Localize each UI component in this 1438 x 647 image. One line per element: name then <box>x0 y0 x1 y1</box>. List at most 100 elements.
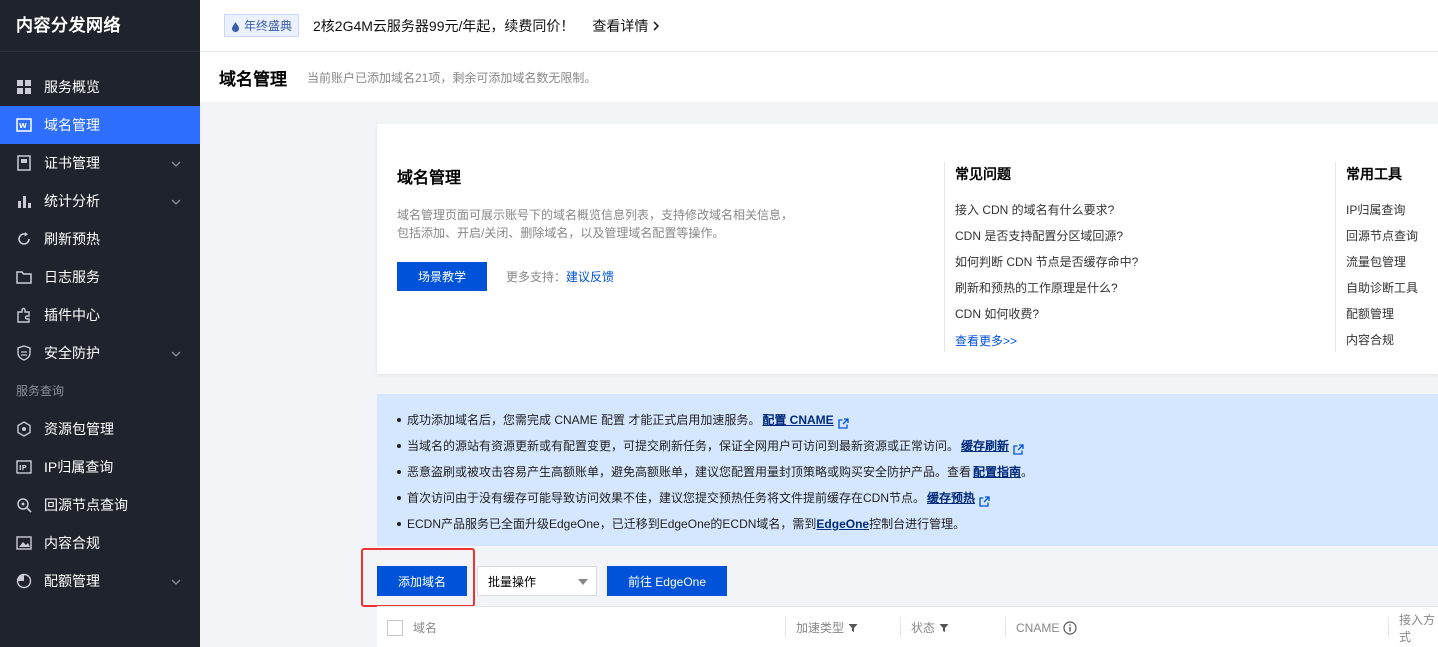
grid-icon <box>16 79 32 95</box>
shield-icon <box>16 345 32 361</box>
column-cname: CNAME <box>1006 607 1077 647</box>
sidebar-item-label: 刷新预热 <box>44 231 100 247</box>
folder-icon <box>16 269 32 285</box>
tool-link[interactable]: IP归属查询 <box>1346 202 1418 228</box>
faq-link[interactable]: CDN 是否支持配置分区域回源? <box>955 228 1138 254</box>
faq-title: 常见问题 <box>955 166 1011 182</box>
bullet <box>397 470 401 474</box>
promo-text: 2核2G4M云服务器99元/年起，续费同价！ <box>313 17 575 34</box>
tool-link[interactable]: 内容合规 <box>1346 332 1418 358</box>
more-support-label: 更多支持： <box>506 270 567 284</box>
feedback-link[interactable]: 建议反馈 <box>566 270 614 284</box>
notice-text: 当域名的源站有资源更新或有配置变更，可提交刷新任务，保证全网用户可访问到最新资源… <box>407 439 960 453</box>
sidebar-item-domain-management[interactable]: W 域名管理 <box>0 106 200 144</box>
faq-more-link[interactable]: 查看更多>> <box>955 332 1138 349</box>
external-link-icon <box>1013 441 1024 455</box>
select-all-checkbox[interactable] <box>387 619 403 636</box>
sidebar-item-refresh[interactable]: 刷新预热 <box>0 220 200 258</box>
edgeone-console-link[interactable]: EdgeOne <box>816 514 869 534</box>
notice-item: 恶意盗刷或被攻击容易产生高额账单，避免高额账单，建议您配置用量封顶策略或购买安全… <box>397 459 1438 485</box>
column-domain: 域名 <box>377 607 437 647</box>
sidebar-item-compliance[interactable]: 内容合规 <box>0 524 200 562</box>
batch-operation-select[interactable]: 批量操作 <box>477 566 597 596</box>
external-link-icon <box>979 493 990 507</box>
sidebar-item-logs[interactable]: 日志服务 <box>0 258 200 296</box>
bullet <box>397 418 401 422</box>
scenario-tutorial-button[interactable]: 场景教学 <box>397 262 487 291</box>
column-label: 状态 <box>911 621 936 635</box>
filter-icon[interactable] <box>939 623 949 633</box>
chevron-down-icon <box>170 575 182 587</box>
sidebar-item-quota[interactable]: 配额管理 <box>0 562 200 600</box>
page-subtitle: 当前账户已添加域名21项，剩余可添加域名数无限制。 <box>307 70 597 85</box>
bar-chart-icon <box>16 193 32 209</box>
sidebar: 内容分发网络 服务概览 W 域名管理 证书管理 统计分析 刷新预热 日志服务 插… <box>0 0 200 647</box>
sidebar-item-label: IP归属查询 <box>44 459 114 475</box>
sidebar-item-packages[interactable]: 资源包管理 <box>0 410 200 448</box>
bullet <box>397 496 401 500</box>
tool-link[interactable]: 配额管理 <box>1346 306 1418 332</box>
sidebar-item-overview[interactable]: 服务概览 <box>0 68 200 106</box>
tool-link[interactable]: 自助诊断工具 <box>1346 280 1418 306</box>
configure-cname-link[interactable]: 配置 CNAME <box>762 410 833 430</box>
svg-text:IP: IP <box>19 464 27 472</box>
product-title: 内容分发网络 <box>0 0 200 52</box>
tool-link[interactable]: 流量包管理 <box>1346 254 1418 280</box>
intro-desc-line: 域名管理页面可展示账号下的域名概览信息列表，支持修改域名相关信息， <box>397 208 794 222</box>
sidebar-item-security[interactable]: 安全防护 <box>0 334 200 372</box>
external-link-icon <box>838 415 849 429</box>
sidebar-item-ip-lookup[interactable]: IP IP归属查询 <box>0 448 200 486</box>
notice-item: 当域名的源站有资源更新或有配置变更，可提交刷新任务，保证全网用户可访问到最新资源… <box>397 433 1438 459</box>
sidebar-item-label: 证书管理 <box>44 155 100 171</box>
notice-text: 恶意盗刷或被攻击容易产生高额账单，避免高额账单，建议您配置用量封顶策略或购买安全… <box>407 465 972 479</box>
faq-link[interactable]: 如何判断 CDN 节点是否缓存命中? <box>955 254 1138 280</box>
notice-suffix: 控制台进行管理。 <box>869 517 966 531</box>
sidebar-item-label: 内容合规 <box>44 535 100 551</box>
faq-section: 常见问题 接入 CDN 的域名有什么要求? CDN 是否支持配置分区域回源? 如… <box>955 164 1138 349</box>
notice-text: 成功添加域名后，您需完成 CNAME 配置 才能正式启用加速服务。 <box>407 413 761 427</box>
column-label: CNAME <box>1016 620 1060 635</box>
notice-panel: 成功添加域名后，您需完成 CNAME 配置 才能正式启用加速服务。 配置 CNA… <box>377 394 1438 546</box>
intro-description: 域名管理页面可展示账号下的域名概览信息列表，支持修改域名相关信息， 包括添加、开… <box>397 206 817 242</box>
domain-table-header: 域名 加速类型 状态 CNAME 接入方式 <box>377 606 1438 647</box>
column-status[interactable]: 状态 <box>901 607 949 647</box>
notice-item: ECDN产品服务已全面升级EdgeOne，已迁移到EdgeOne的ECDN域名，… <box>397 511 1438 537</box>
tools-list: IP归属查询 回源节点查询 流量包管理 自助诊断工具 配额管理 内容合规 <box>1346 202 1418 358</box>
faq-link[interactable]: 刷新和预热的工作原理是什么? <box>955 280 1138 306</box>
cache-prefetch-link[interactable]: 缓存预热 <box>927 488 975 508</box>
svg-text:W: W <box>19 122 27 130</box>
column-acceleration-type[interactable]: 加速类型 <box>786 607 858 647</box>
notice-item: 成功添加域名后，您需完成 CNAME 配置 才能正式启用加速服务。 配置 CNA… <box>397 407 1438 433</box>
goto-edgeone-button[interactable]: 前往 EdgeOne <box>607 566 727 596</box>
flame-icon <box>231 21 240 32</box>
intro-title: 域名管理 <box>397 170 462 187</box>
faq-link[interactable]: 接入 CDN 的域名有什么要求? <box>955 202 1138 228</box>
add-domain-button[interactable]: 添加域名 <box>377 566 467 596</box>
bullet <box>397 444 401 448</box>
sidebar-item-label: 安全防护 <box>44 345 100 361</box>
ip-icon: IP <box>16 459 32 475</box>
sidebar-item-plugins[interactable]: 插件中心 <box>0 296 200 334</box>
tools-title: 常用工具 <box>1346 166 1402 182</box>
intro-desc-line: 包括添加、开启/关闭、删除域名，以及管理域名配置等操作。 <box>397 226 725 240</box>
notice-suffix: 。 <box>1021 465 1034 479</box>
sidebar-section-label: 服务查询 <box>16 384 65 398</box>
tool-link[interactable]: 回源节点查询 <box>1346 228 1418 254</box>
config-guide-link[interactable]: 配置指南 <box>973 462 1021 482</box>
sidebar-item-label: 资源包管理 <box>44 421 114 437</box>
promo-link-label: 查看详情 <box>592 17 649 34</box>
sidebar-item-label: 回源节点查询 <box>44 497 128 513</box>
sidebar-item-statistics[interactable]: 统计分析 <box>0 182 200 220</box>
filter-icon[interactable] <box>848 623 858 633</box>
sidebar-item-origin-node[interactable]: 回源节点查询 <box>0 486 200 524</box>
info-icon[interactable] <box>1063 620 1077 635</box>
sidebar-item-certificate[interactable]: 证书管理 <box>0 144 200 182</box>
notice-text: 首次访问由于没有缓存可能导致访问效果不佳，建议您提交预热任务将文件提前缓存在CD… <box>407 491 926 505</box>
package-icon <box>16 421 32 437</box>
promo-tag: 年终盛典 <box>224 14 300 37</box>
certificate-icon <box>16 155 32 171</box>
column-access-method: 接入方式 <box>1389 607 1438 647</box>
faq-link[interactable]: CDN 如何收费? <box>955 306 1138 332</box>
cache-refresh-link[interactable]: 缓存刷新 <box>961 436 1009 456</box>
promo-details-link[interactable]: 查看详情 <box>592 16 660 36</box>
